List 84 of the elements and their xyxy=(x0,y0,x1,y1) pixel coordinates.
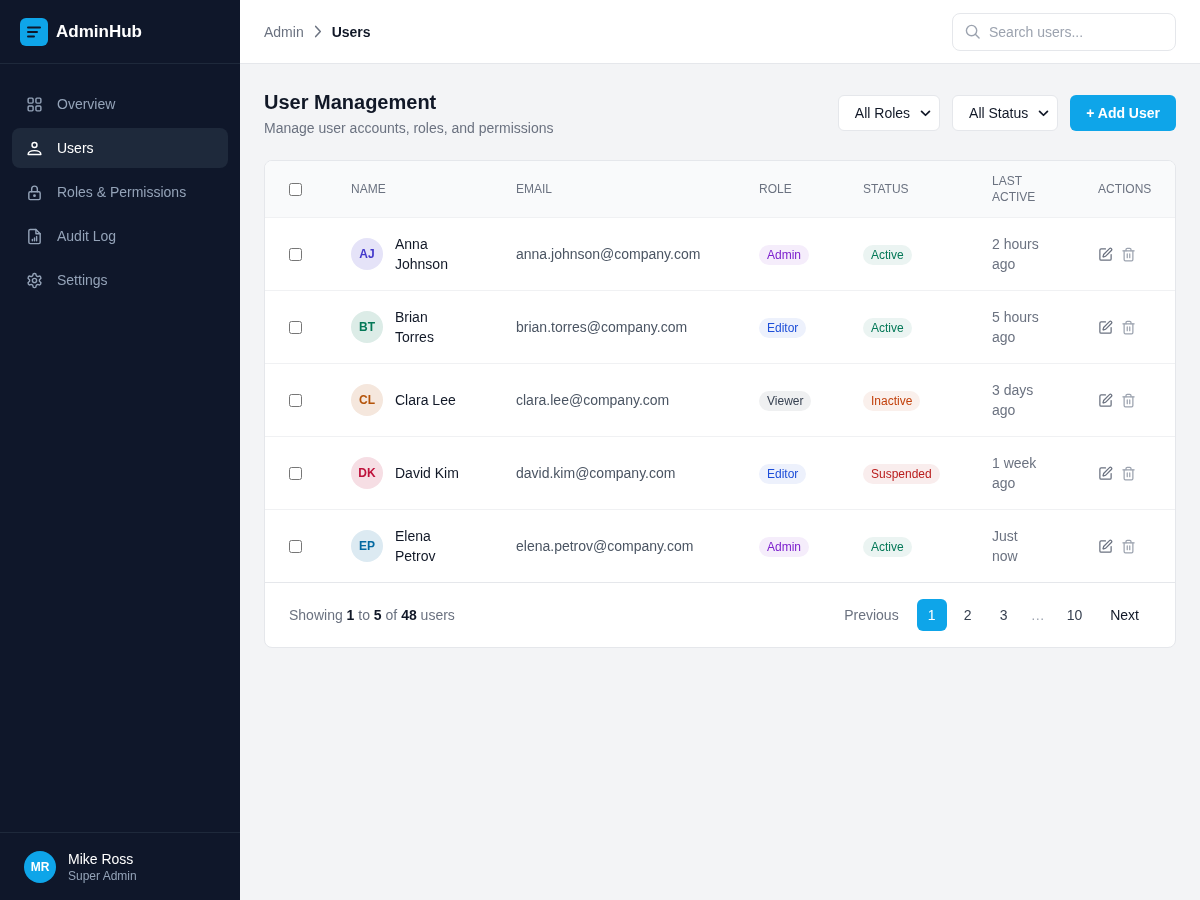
file-chart-icon xyxy=(26,227,43,245)
filter-dropdown[interactable]: All Roles xyxy=(837,95,941,131)
user-avatar: AJ xyxy=(351,238,383,270)
edit-icon[interactable] xyxy=(1098,465,1113,481)
status-badge: Active xyxy=(863,536,912,557)
user-avatar: MR xyxy=(24,851,56,883)
row-checkbox[interactable] xyxy=(289,466,302,480)
page-title: User Management xyxy=(264,90,438,115)
trash-icon[interactable] xyxy=(1121,392,1136,408)
user-email: brian.torres@company.com xyxy=(516,319,688,335)
row-checkbox[interactable] xyxy=(289,320,302,334)
user-email: clara.lee@company.com xyxy=(516,392,670,408)
nav-item[interactable]: Users xyxy=(12,128,228,168)
status-badge: Active xyxy=(863,244,912,265)
pagination-ellipsis: … xyxy=(1029,607,1046,623)
edit-icon[interactable] xyxy=(1098,319,1113,335)
edit-icon[interactable] xyxy=(1098,246,1113,262)
role-badge: Viewer xyxy=(759,390,812,411)
edit-icon[interactable] xyxy=(1098,392,1113,408)
last-active-time: 3 days ago xyxy=(992,381,1035,420)
user-avatar: BT xyxy=(351,311,383,343)
status-badge: Active xyxy=(863,317,912,338)
column-header: LAST ACTIVE xyxy=(992,174,1036,204)
edit-icon[interactable] xyxy=(1098,538,1113,554)
user-email: elena.petrov@company.com xyxy=(516,538,694,554)
filter-dropdown[interactable]: All Status xyxy=(952,95,1059,131)
column-header: NAME xyxy=(351,182,386,196)
user-avatar: CL xyxy=(351,384,383,416)
logo-icon xyxy=(20,17,48,46)
user-avatar: DK xyxy=(351,457,383,489)
user-email: david.kim@company.com xyxy=(516,465,676,481)
select-all-checkbox[interactable] xyxy=(289,182,302,196)
row-checkbox[interactable] xyxy=(289,247,302,261)
column-header: STATUS xyxy=(863,182,909,196)
nav-item[interactable]: Audit Log xyxy=(12,216,228,256)
settings-icon xyxy=(26,271,43,289)
user-name: Clara Lee xyxy=(395,391,456,410)
trash-icon[interactable] xyxy=(1121,319,1136,335)
user-name: Brian Torres xyxy=(395,308,435,347)
status-badge: Inactive xyxy=(863,390,921,411)
lock-icon xyxy=(26,183,43,201)
row-checkbox[interactable] xyxy=(289,539,302,553)
page-button[interactable]: 3 xyxy=(988,599,1019,631)
last-active-time: 5 hours ago xyxy=(992,308,1040,347)
user-name: Anna Johnson xyxy=(395,235,449,274)
status-badge: Suspended xyxy=(863,463,940,484)
nav-item[interactable]: Roles & Permissions xyxy=(12,172,228,212)
chevron-right-icon xyxy=(313,25,322,38)
last-active-time: 1 week ago xyxy=(992,454,1038,493)
trash-icon[interactable] xyxy=(1121,538,1136,554)
role-badge: Admin xyxy=(759,536,809,557)
last-active-time: Just now xyxy=(992,527,1019,566)
search-icon xyxy=(965,23,980,39)
chevron-down-icon xyxy=(1038,109,1050,117)
brand-name: AdminHub xyxy=(56,21,142,42)
page-button[interactable]: 2 xyxy=(952,599,983,631)
next-button[interactable]: Next xyxy=(1098,599,1151,631)
breadcrumb-current: Users xyxy=(331,23,371,40)
chevron-down-icon xyxy=(920,109,932,117)
breadcrumb-link[interactable]: Admin xyxy=(264,23,304,40)
trash-icon[interactable] xyxy=(1121,246,1136,262)
role-badge: Editor xyxy=(759,317,807,338)
user-icon xyxy=(26,139,43,157)
search-field[interactable]: Search users... xyxy=(952,12,1176,51)
current-user-name: Mike Ross xyxy=(68,851,135,867)
pagination-summary: Showing 1 to 5 of 48 users xyxy=(289,607,455,623)
current-user-role: Super Admin xyxy=(68,869,137,883)
user-name: Elena Petrov xyxy=(395,527,437,566)
row-checkbox[interactable] xyxy=(289,393,302,407)
page-subtitle: Manage user accounts, roles, and permissions xyxy=(264,119,554,138)
grid-icon xyxy=(26,95,43,113)
column-header: ACTIONS xyxy=(1098,182,1152,196)
user-avatar: EP xyxy=(351,530,383,562)
role-badge: Editor xyxy=(759,463,807,484)
nav-item[interactable]: Settings xyxy=(12,260,228,300)
role-badge: Admin xyxy=(759,244,809,265)
user-name: David Kim xyxy=(395,464,459,483)
column-header: EMAIL xyxy=(516,182,552,196)
nav-item[interactable]: Overview xyxy=(12,84,228,124)
last-active-time: 2 hours ago xyxy=(992,235,1040,274)
page-button[interactable]: 10 xyxy=(1056,599,1093,631)
column-header: ROLE xyxy=(759,182,792,196)
trash-icon[interactable] xyxy=(1121,465,1136,481)
user-email: anna.johnson@company.com xyxy=(516,246,701,262)
